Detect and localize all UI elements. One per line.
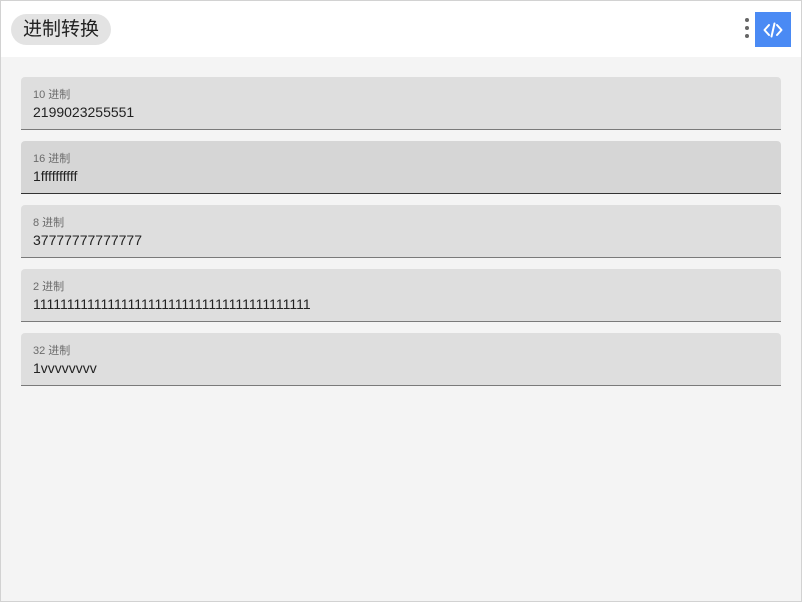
app-header: 进制转换 xyxy=(1,1,801,57)
more-vertical-icon xyxy=(745,18,749,22)
octal-field[interactable]: 8 进制 37777777777777 xyxy=(21,205,781,258)
page-title: 进制转换 xyxy=(11,14,112,45)
octal-field-label: 8 进制 xyxy=(33,217,65,229)
view-code-button[interactable] xyxy=(755,12,791,47)
more-vertical-icon-dot xyxy=(745,26,749,30)
more-vertical-icon-dot xyxy=(745,34,749,38)
hexadecimal-input[interactable]: 1ffffffffff xyxy=(33,168,77,184)
hexadecimal-field[interactable]: 16 进制 1ffffffffff xyxy=(21,141,781,194)
octal-input[interactable]: 37777777777777 xyxy=(33,232,142,248)
binary-field[interactable]: 2 进制 11111111111111111111111111111111111… xyxy=(21,269,781,322)
binary-input[interactable]: 1111111111111111111111111111111111111111… xyxy=(33,296,311,312)
code-icon xyxy=(763,22,783,38)
app-window: 进制转换 10 进制 2199023255551 16 进制 1ffffffff… xyxy=(0,0,802,602)
converter-form: 10 进制 2199023255551 16 进制 1ffffffffff 8 … xyxy=(1,57,801,386)
decimal-field-label: 10 进制 xyxy=(33,89,71,101)
decimal-input[interactable]: 2199023255551 xyxy=(33,104,134,120)
base32-input[interactable]: 1vvvvvvvv xyxy=(33,360,97,376)
base32-field[interactable]: 32 进制 1vvvvvvvv xyxy=(21,333,781,386)
decimal-field[interactable]: 10 进制 2199023255551 xyxy=(21,77,781,130)
binary-field-label: 2 进制 xyxy=(33,281,65,293)
hexadecimal-field-label: 16 进制 xyxy=(33,153,71,165)
more-options-button[interactable] xyxy=(739,15,753,43)
base32-field-label: 32 进制 xyxy=(33,345,71,357)
